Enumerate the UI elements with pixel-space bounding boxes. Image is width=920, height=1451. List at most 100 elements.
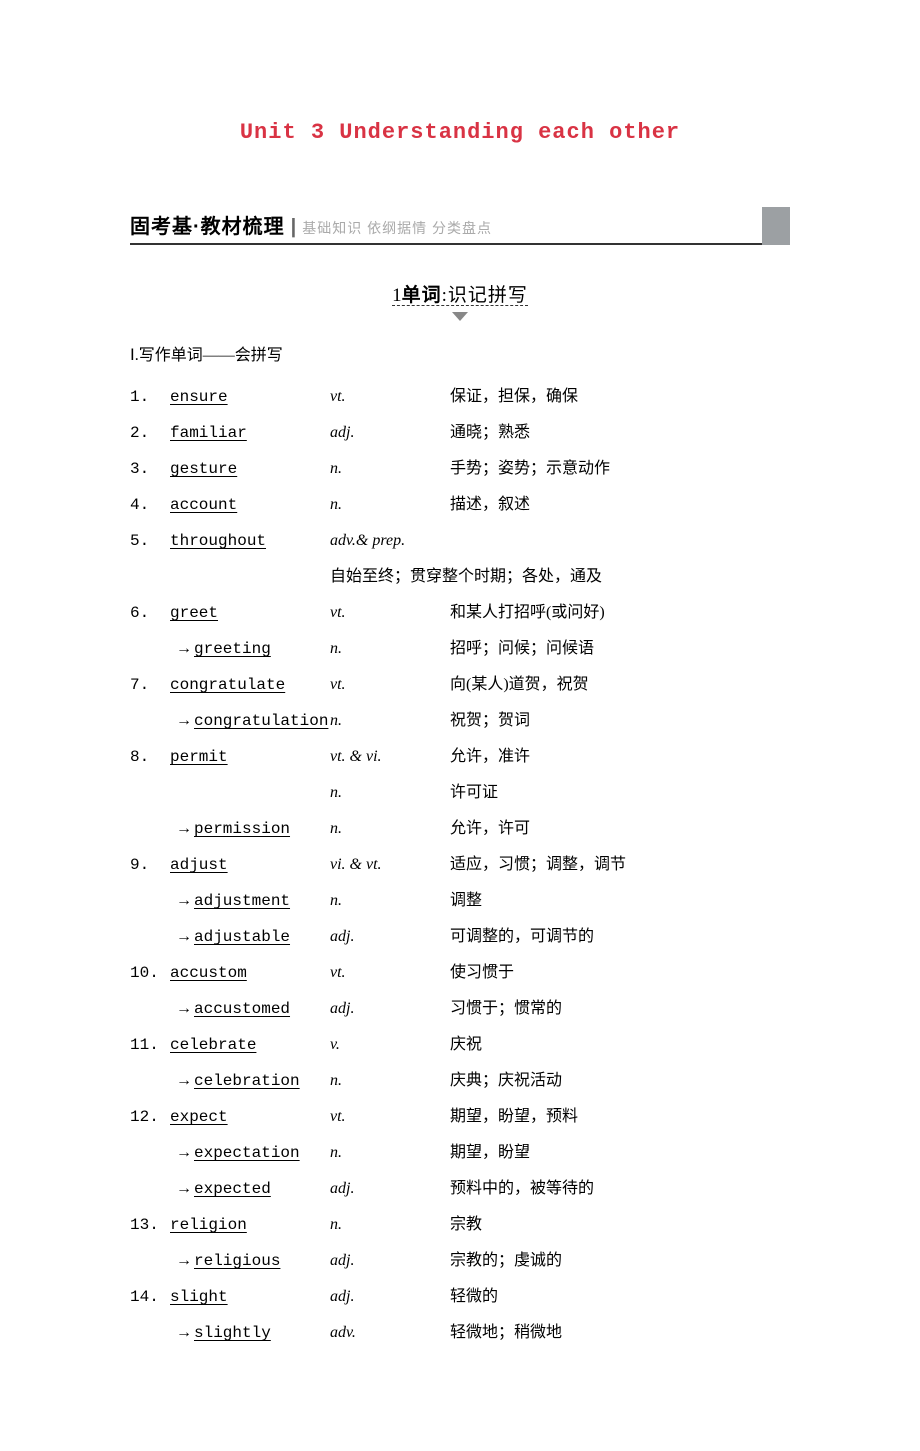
definition: 和某人打招呼(或问好) — [450, 595, 790, 631]
entry-number — [130, 811, 170, 847]
table-row: →accustomed adj.习惯于；惯常的 — [130, 991, 790, 1027]
table-row: →congratulationn.祝贺；贺词 — [130, 703, 790, 739]
entry-num-text: 12. — [130, 1108, 159, 1126]
part-of-speech: adj. — [330, 415, 450, 451]
table-row: →slightlyadv.轻微地；稍微地 — [130, 1315, 790, 1351]
definition: 期望，盼望，预料 — [450, 1099, 790, 1135]
entry-num-text: 7. — [130, 676, 149, 694]
entry-word: throughout — [170, 523, 330, 559]
derived-word: slightly — [194, 1324, 271, 1342]
entry-word: →permission — [170, 811, 330, 847]
part-of-speech: vt. — [330, 1099, 450, 1135]
entry-number — [130, 1243, 170, 1279]
section-banner: 固考基·教材梳理 | 基础知识 依纲据情 分类盘点 — [130, 210, 790, 245]
headword: gesture — [170, 460, 237, 478]
part-of-speech: adv.& prep. — [330, 523, 450, 559]
part-of-speech: n. — [330, 487, 450, 523]
chevron-down-icon — [452, 312, 468, 321]
part-of-speech: n. — [330, 703, 450, 739]
entry-number — [130, 883, 170, 919]
part-of-speech: n. — [330, 775, 450, 811]
part-of-speech: n. — [330, 1135, 450, 1171]
headword: throughout — [170, 532, 266, 550]
table-row: 10.accustomvt.使习惯于 — [130, 955, 790, 991]
entry-word: →adjustment — [170, 883, 330, 919]
entry-number — [130, 775, 170, 811]
subheading-rest: :识记拼写 — [442, 285, 528, 306]
entry-word: religion — [170, 1207, 330, 1243]
entry-num-text: 4. — [130, 496, 149, 514]
table-row: →celebrationn.庆典；庆祝活动 — [130, 1063, 790, 1099]
entry-number: 7. — [130, 667, 170, 703]
entry-number — [130, 1315, 170, 1351]
entry-word: accustom — [170, 955, 330, 991]
entry-number: 14. — [130, 1279, 170, 1315]
definition-continued: 自始至终；贯穿整个时期；各处，通及 — [330, 559, 790, 595]
entry-number — [130, 703, 170, 739]
entry-number: 11. — [130, 1027, 170, 1063]
entry-number: 3. — [130, 451, 170, 487]
derived-word: religious — [194, 1252, 280, 1270]
table-row: 1.ensurevt.保证，担保，确保 — [130, 379, 790, 415]
entry-word: →religious — [170, 1243, 330, 1279]
part-of-speech: adj. — [330, 991, 450, 1027]
empty-cell — [170, 559, 330, 595]
definition: 调整 — [450, 883, 790, 919]
entry-number: 4. — [130, 487, 170, 523]
headword: congratulate — [170, 676, 285, 694]
entry-word: greet — [170, 595, 330, 631]
definition: 使习惯于 — [450, 955, 790, 991]
definition: 手势；姿势；示意动作 — [450, 451, 790, 487]
entry-num-text: 10. — [130, 964, 159, 982]
entry-num-text: 9. — [130, 856, 149, 874]
definition: 轻微的 — [450, 1279, 790, 1315]
arrow-right-icon: → — [176, 892, 192, 909]
entry-word: gesture — [170, 451, 330, 487]
table-row: 13.religionn.宗教 — [130, 1207, 790, 1243]
part-of-speech: vt. — [330, 379, 450, 415]
part-of-speech: n. — [330, 631, 450, 667]
empty-cell — [130, 559, 170, 595]
derived-word: greeting — [194, 640, 271, 658]
headword: expect — [170, 1108, 228, 1126]
derived-word: accustomed — [194, 1000, 290, 1018]
entry-number: 8. — [130, 739, 170, 775]
arrow-right-icon: → — [176, 1324, 192, 1341]
entry-number: 1. — [130, 379, 170, 415]
part-of-speech: adj. — [330, 1279, 450, 1315]
headword: religion — [170, 1216, 247, 1234]
section-underline — [130, 243, 790, 245]
entry-number — [130, 631, 170, 667]
subheading-number: 1 — [392, 285, 402, 306]
entry-number — [130, 1171, 170, 1207]
headword: familiar — [170, 424, 247, 442]
entry-word: →expected — [170, 1171, 330, 1207]
definition: 庆祝 — [450, 1027, 790, 1063]
definition: 宗教的；虔诚的 — [450, 1243, 790, 1279]
section-separator: | — [291, 216, 297, 238]
part-of-speech: vt. — [330, 595, 450, 631]
derived-word: celebration — [194, 1072, 300, 1090]
headword: adjust — [170, 856, 228, 874]
part-of-speech: vi. & vt. — [330, 847, 450, 883]
subheading-bold: 单词 — [402, 285, 442, 306]
table-row: →expectationn.期望，盼望 — [130, 1135, 790, 1171]
section-main-text: 固考基·教材梳理 — [130, 216, 285, 238]
entry-word: ensure — [170, 379, 330, 415]
arrow-right-icon: → — [176, 640, 192, 657]
entry-number: 2. — [130, 415, 170, 451]
arrow-right-icon: → — [176, 1252, 192, 1269]
arrow-right-icon: → — [176, 928, 192, 945]
entry-number: 13. — [130, 1207, 170, 1243]
headword: celebrate — [170, 1036, 256, 1054]
definition: 向(某人)道贺，祝贺 — [450, 667, 790, 703]
definition: 宗教 — [450, 1207, 790, 1243]
headword: greet — [170, 604, 218, 622]
entry-num-text: 11. — [130, 1036, 159, 1054]
entry-number: 5. — [130, 523, 170, 559]
part-of-speech: n. — [330, 811, 450, 847]
table-row: 6.greetvt.和某人打招呼(或问好) — [130, 595, 790, 631]
table-row: 2.familiaradj.通晓；熟悉 — [130, 415, 790, 451]
entry-num-text: 2. — [130, 424, 149, 442]
part-of-speech: adv. — [330, 1315, 450, 1351]
